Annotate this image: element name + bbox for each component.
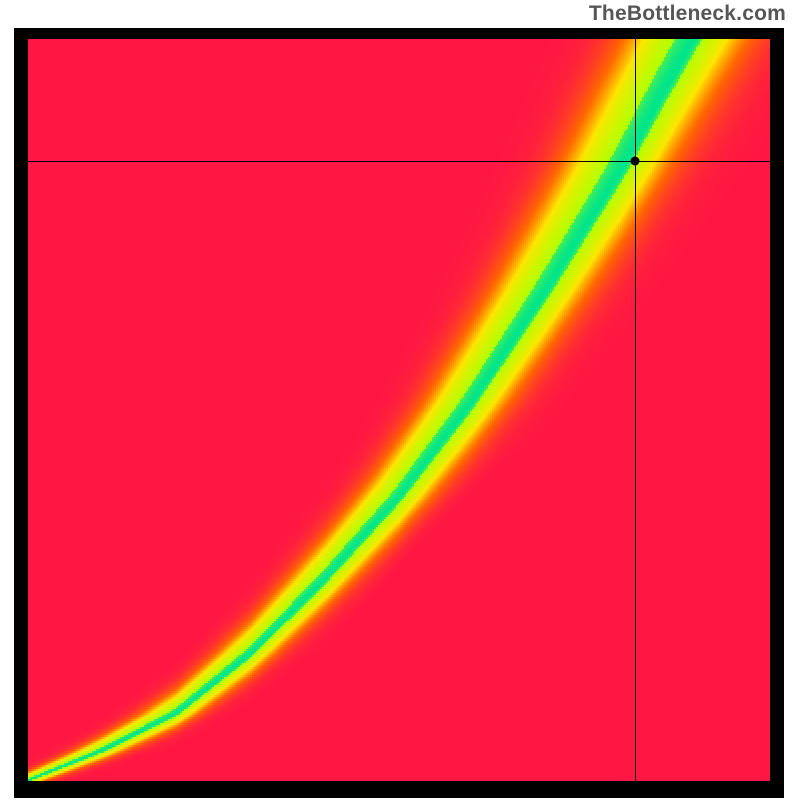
plot-frame — [14, 28, 784, 798]
crosshair-horizontal — [28, 161, 770, 162]
bottleneck-heatmap — [28, 39, 770, 781]
crosshair-vertical — [635, 39, 636, 781]
selection-marker — [630, 156, 639, 165]
watermark-text: TheBottleneck.com — [589, 2, 786, 26]
